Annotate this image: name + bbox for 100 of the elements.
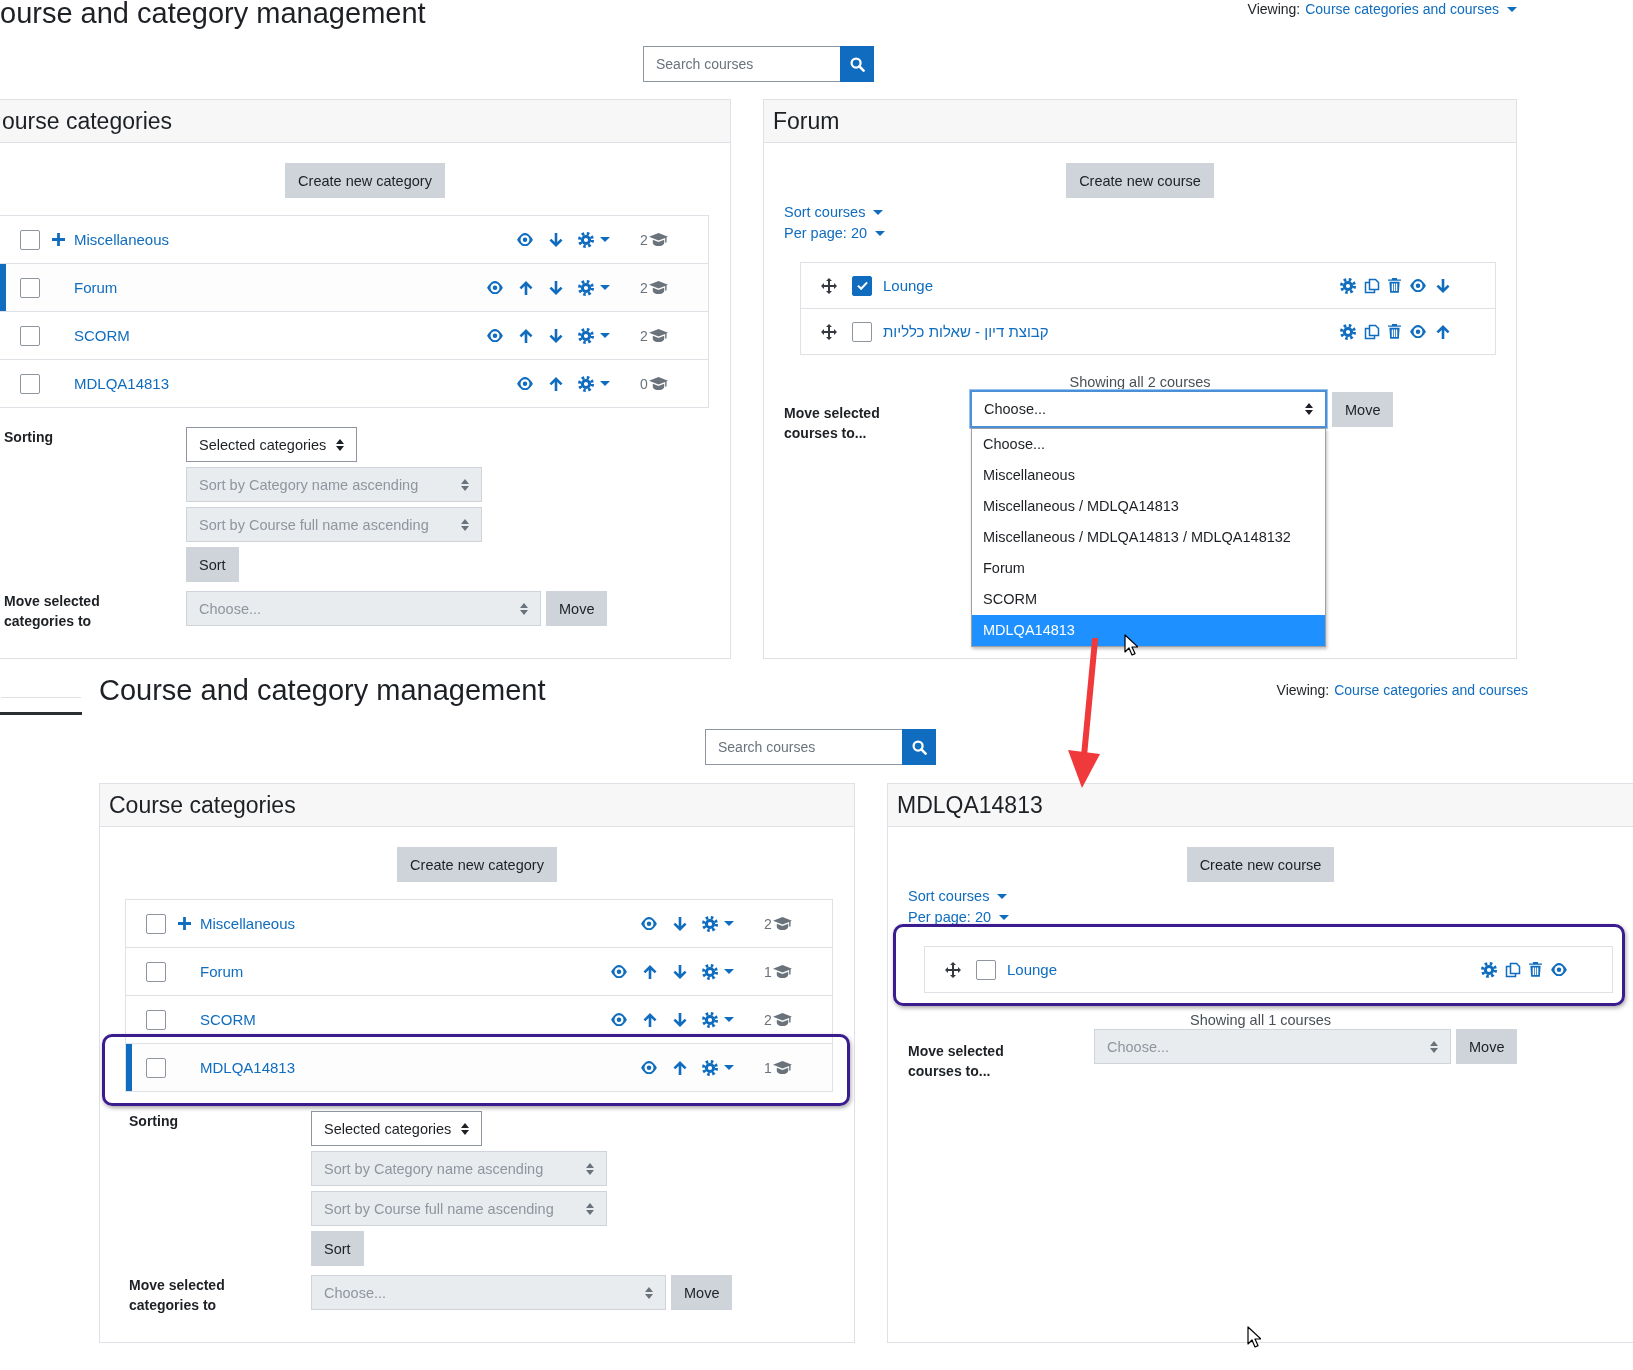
settings-icon[interactable] <box>702 963 718 980</box>
settings-icon[interactable] <box>702 1059 718 1076</box>
move-button[interactable]: Move <box>1332 392 1394 427</box>
select-field[interactable]: Choose... <box>970 390 1327 428</box>
per-page-link[interactable]: Per page: 20 <box>784 223 886 244</box>
caret-icon[interactable] <box>724 969 734 974</box>
move-button[interactable]: Move <box>671 1275 733 1310</box>
copy-icon[interactable] <box>1364 323 1380 340</box>
move-icon[interactable] <box>945 961 961 978</box>
checkbox[interactable] <box>20 325 40 346</box>
move-icon[interactable] <box>821 277 837 294</box>
move-button[interactable]: Move <box>546 591 608 626</box>
checkbox[interactable] <box>146 1057 166 1078</box>
trash-icon[interactable] <box>1388 278 1401 293</box>
trash-icon[interactable] <box>1388 324 1401 339</box>
up-arrow-icon[interactable] <box>518 279 534 296</box>
checkbox[interactable] <box>20 229 40 250</box>
checkbox[interactable] <box>146 913 166 934</box>
viewing-link[interactable]: Course categories and courses <box>1305 0 1517 18</box>
select-field[interactable]: Selected categories <box>186 427 358 462</box>
up-arrow-icon[interactable] <box>548 375 564 392</box>
category-row[interactable]: Miscellaneous 2 <box>0 216 708 263</box>
down-arrow-icon[interactable] <box>548 279 564 296</box>
course-link[interactable]: קבוצת דיון - שאלות כלליות <box>883 323 1049 340</box>
caret-icon[interactable] <box>600 237 610 242</box>
down-arrow-icon[interactable] <box>672 963 688 980</box>
create-course-button[interactable]: Create new course <box>1186 847 1335 882</box>
category-link[interactable]: MDLQA14813 <box>74 375 170 392</box>
settings-icon[interactable] <box>702 915 718 932</box>
course-link[interactable]: Lounge <box>1007 961 1058 978</box>
up-arrow-icon[interactable] <box>642 1011 658 1028</box>
settings-icon[interactable] <box>578 231 594 248</box>
plus-icon[interactable] <box>52 233 65 246</box>
dropdown-option[interactable]: SCORM <box>972 584 1325 615</box>
eye-icon[interactable] <box>1409 324 1427 339</box>
category-link[interactable]: Miscellaneous <box>74 231 170 248</box>
eye-icon[interactable] <box>640 916 658 931</box>
eye-icon[interactable] <box>610 1012 628 1027</box>
up-arrow-icon[interactable] <box>672 1059 688 1076</box>
category-row[interactable]: MDLQA14813 0 <box>0 360 708 407</box>
down-arrow-icon[interactable] <box>548 327 564 344</box>
caret-icon[interactable] <box>724 1017 734 1022</box>
copy-icon[interactable] <box>1364 277 1380 294</box>
checkbox[interactable] <box>20 277 40 298</box>
up-arrow-icon[interactable] <box>642 963 658 980</box>
down-arrow-icon[interactable] <box>548 231 564 248</box>
select-field[interactable]: Selected categories <box>311 1111 483 1146</box>
viewing-link[interactable]: Course categories and courses <box>1334 681 1528 699</box>
category-link[interactable]: Forum <box>200 963 244 980</box>
dropdown-option[interactable]: Miscellaneous / MDLQA14813 <box>972 491 1325 522</box>
dropdown-option[interactable]: MDLQA14813 <box>972 615 1325 646</box>
trash-icon[interactable] <box>1529 962 1542 977</box>
category-link[interactable]: SCORM <box>74 327 130 344</box>
settings-icon[interactable] <box>702 1011 718 1028</box>
caret-icon[interactable] <box>724 1065 734 1070</box>
settings-icon[interactable] <box>578 279 594 296</box>
settings-icon[interactable] <box>578 375 594 392</box>
eye-icon[interactable] <box>610 964 628 979</box>
copy-icon[interactable] <box>1505 961 1521 978</box>
checkbox[interactable] <box>852 321 872 342</box>
sort-button[interactable]: Sort <box>186 547 239 582</box>
down-arrow-icon[interactable] <box>672 915 688 932</box>
eye-icon[interactable] <box>486 280 504 295</box>
settings-icon[interactable] <box>578 327 594 344</box>
category-link[interactable]: MDLQA14813 <box>200 1059 296 1076</box>
category-link[interactable]: Miscellaneous <box>200 915 296 932</box>
down-arrow-icon[interactable] <box>672 1011 688 1028</box>
sort-courses-link[interactable]: Sort courses <box>908 886 1008 907</box>
create-category-button[interactable]: Create new category <box>285 163 445 198</box>
eye-icon[interactable] <box>1409 278 1427 293</box>
create-course-button[interactable]: Create new course <box>1066 163 1214 198</box>
down-arrow-icon[interactable] <box>1435 277 1451 294</box>
category-row[interactable]: Miscellaneous 2 <box>126 900 832 947</box>
category-link[interactable]: SCORM <box>200 1011 256 1028</box>
settings-icon[interactable] <box>1481 961 1497 978</box>
category-link[interactable]: Forum <box>74 279 118 296</box>
caret-icon[interactable] <box>600 333 610 338</box>
caret-icon[interactable] <box>600 285 610 290</box>
up-arrow-icon[interactable] <box>1435 323 1451 340</box>
checkbox[interactable] <box>146 1009 166 1030</box>
checkbox[interactable] <box>20 373 40 394</box>
settings-icon[interactable] <box>1340 323 1356 340</box>
checkbox[interactable] <box>852 275 872 296</box>
checkbox[interactable] <box>976 959 996 980</box>
up-arrow-icon[interactable] <box>518 327 534 344</box>
settings-icon[interactable] <box>1340 277 1356 294</box>
search-button[interactable] <box>840 46 874 82</box>
sort-button[interactable]: Sort <box>311 1231 364 1266</box>
course-link[interactable]: Lounge <box>883 277 934 294</box>
eye-icon[interactable] <box>640 1060 658 1075</box>
create-category-button[interactable]: Create new category <box>397 847 557 882</box>
eye-icon[interactable] <box>516 232 534 247</box>
eye-icon[interactable] <box>516 376 534 391</box>
per-page-link[interactable]: Per page: 20 <box>908 907 1010 928</box>
search-field[interactable]: Search courses <box>643 46 840 82</box>
move-button[interactable]: Move <box>1456 1029 1518 1064</box>
eye-icon[interactable] <box>486 328 504 343</box>
dropdown-option[interactable]: Miscellaneous <box>972 460 1325 491</box>
search-field[interactable]: Search courses <box>705 729 902 765</box>
dropdown-option[interactable]: Forum <box>972 553 1325 584</box>
